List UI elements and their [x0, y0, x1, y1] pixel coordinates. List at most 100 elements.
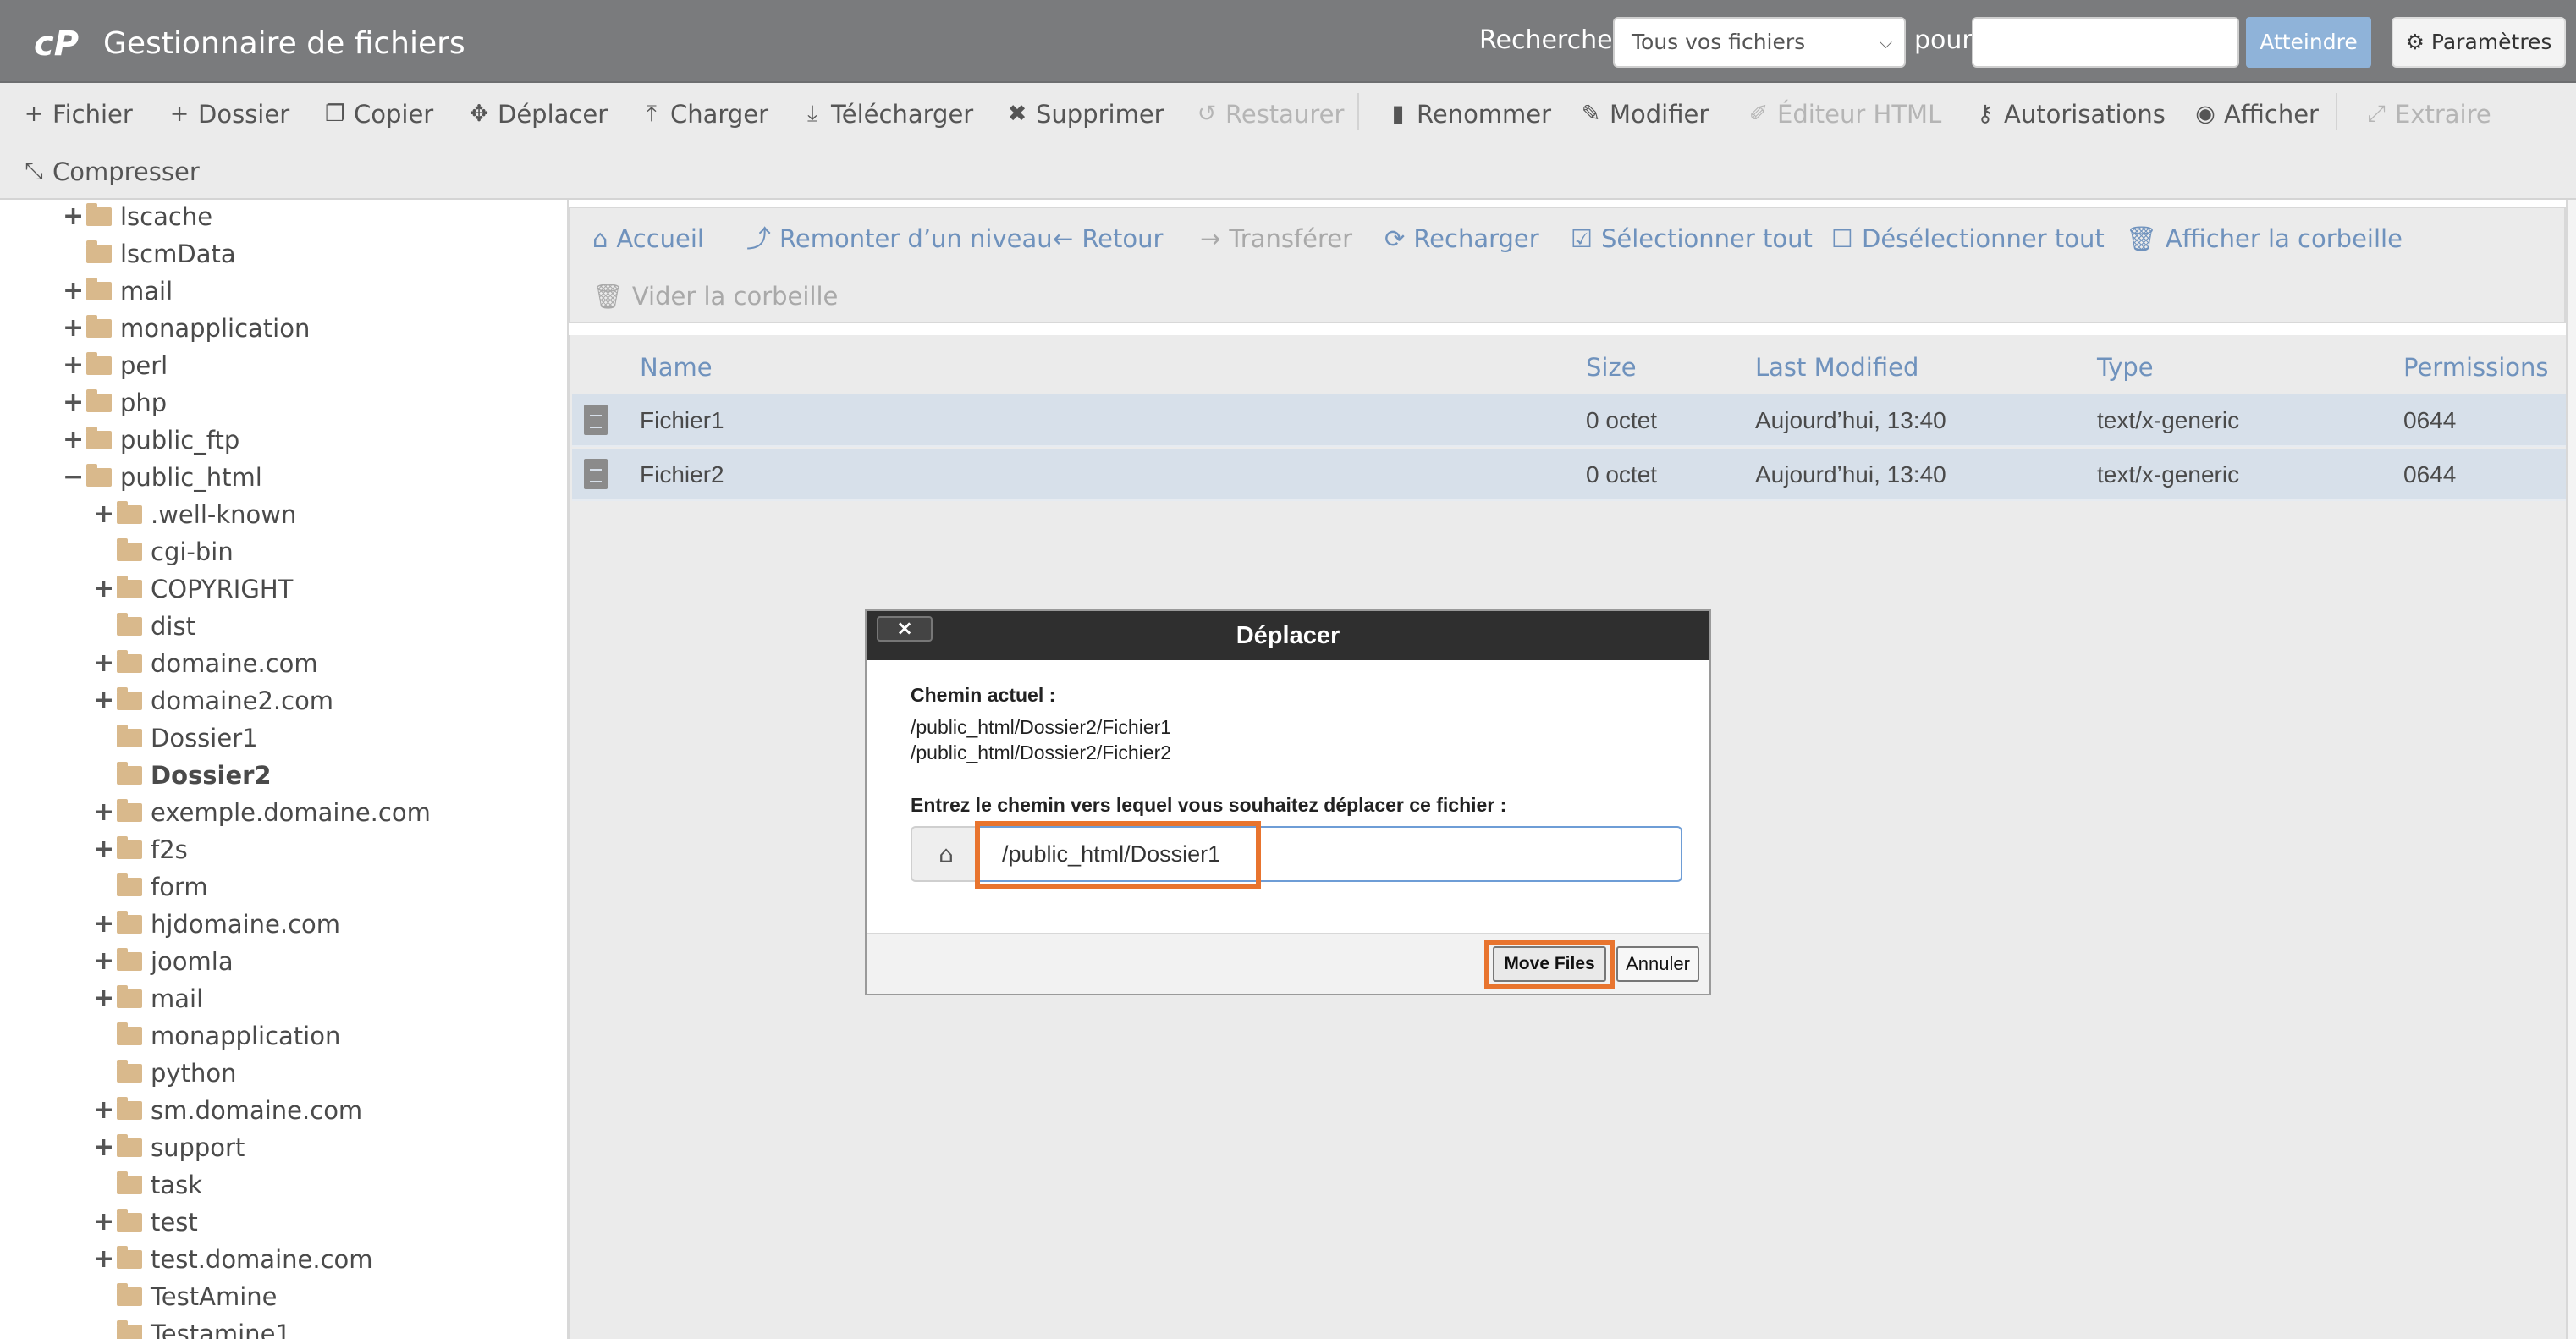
- toolbar-compress-button[interactable]: ⤡ Compresser: [24, 155, 200, 189]
- nav-back-button[interactable]: ← Retour: [1053, 222, 1163, 256]
- expand-icon[interactable]: +: [63, 349, 84, 383]
- cancel-button[interactable]: Annuler: [1616, 946, 1699, 982]
- scrollbar[interactable]: [2566, 200, 2576, 1339]
- collapse-icon[interactable]: −: [63, 460, 84, 494]
- expand-icon[interactable]: +: [63, 274, 84, 308]
- cpanel-logo[interactable]: cP: [34, 22, 90, 63]
- nav-home-button[interactable]: ⌂ Accueil: [592, 222, 704, 256]
- tree-item-label: public_ftp: [120, 426, 240, 455]
- expand-icon[interactable]: +: [93, 945, 114, 978]
- tree-item[interactable]: + support: [93, 1131, 245, 1165]
- expand-icon[interactable]: +: [63, 200, 84, 234]
- search-input[interactable]: [1972, 17, 2239, 68]
- toolbar-edit-button[interactable]: ✎ Modifier: [1581, 97, 1709, 131]
- column-header-name[interactable]: Name: [640, 350, 713, 384]
- tree-item[interactable]: Testamine1: [93, 1317, 291, 1339]
- tree-item[interactable]: + lscache: [63, 200, 212, 234]
- tree-item[interactable]: + test.domaine.com: [93, 1243, 373, 1276]
- tree-item[interactable]: + COPYRIGHT: [93, 572, 293, 606]
- tree-item[interactable]: − public_html: [63, 460, 262, 494]
- toolbar-label: Autorisations: [2004, 100, 2166, 129]
- tree-item[interactable]: + .well-known: [93, 498, 296, 532]
- folder-icon: [86, 389, 112, 412]
- tree-item[interactable]: lscmData: [63, 237, 236, 271]
- expand-icon[interactable]: +: [63, 311, 84, 345]
- toolbar-view-button[interactable]: ◉ Afficher: [2195, 97, 2319, 131]
- nav-forward-button[interactable]: → Transférer: [1200, 222, 1352, 256]
- nav-show-trash-button[interactable]: 🗑 Afficher la corbeille: [2126, 222, 2403, 256]
- table-row[interactable]: Fichier1 0 octet Aujourd’hui, 13:40 text…: [572, 394, 2568, 447]
- tree-item[interactable]: + public_ftp: [63, 423, 239, 457]
- toolbar-new-folder-button[interactable]: + Dossier: [169, 97, 289, 131]
- toolbar-download-button[interactable]: ⤓ Télécharger: [802, 97, 973, 131]
- column-header-size[interactable]: Size: [1586, 350, 1637, 384]
- go-button[interactable]: Atteindre: [2246, 17, 2371, 68]
- tree-item[interactable]: + exemple.domaine.com: [93, 796, 431, 829]
- nav-empty-trash-button[interactable]: 🗑 Vider la corbeille: [592, 279, 838, 313]
- tree-item[interactable]: + monapplication: [63, 311, 310, 345]
- tree-item[interactable]: + php: [63, 386, 167, 420]
- toolbar-label: Déplacer: [498, 100, 608, 129]
- expand-icon[interactable]: +: [93, 982, 114, 1016]
- tree-item[interactable]: task: [93, 1168, 202, 1202]
- nav-reload-button[interactable]: ⟳ Recharger: [1384, 222, 1539, 256]
- toolbar-label: Fichier: [52, 100, 133, 129]
- tree-item[interactable]: + hjdomaine.com: [93, 907, 340, 941]
- pour-label: pour: [1914, 25, 1973, 55]
- tree-item[interactable]: + joomla: [93, 945, 234, 978]
- nav-up-level-button[interactable]: ⤴ Remonter d’un niveau: [746, 222, 1053, 256]
- tree-item-label: exemple.domaine.com: [151, 798, 431, 827]
- table-row[interactable]: Fichier2 0 octet Aujourd’hui, 13:40 text…: [572, 449, 2568, 501]
- tree-item[interactable]: form: [93, 870, 208, 904]
- expand-icon[interactable]: +: [93, 796, 114, 829]
- expand-icon[interactable]: +: [93, 684, 114, 718]
- column-header-modified[interactable]: Last Modified: [1755, 350, 1918, 384]
- close-icon[interactable]: ×: [877, 616, 933, 642]
- expand-icon[interactable]: +: [93, 1131, 114, 1165]
- toolbar-new-file-button[interactable]: + Fichier: [24, 97, 133, 131]
- toolbar-extract-button[interactable]: ⤢ Extraire: [2366, 97, 2491, 131]
- search-scope-select[interactable]: Tous vos fichiers ⌵: [1613, 17, 1906, 68]
- compress-icon: ⤡: [25, 158, 43, 185]
- tree-item[interactable]: + perl: [63, 349, 168, 383]
- expand-icon[interactable]: +: [93, 1205, 114, 1239]
- column-header-type[interactable]: Type: [2097, 350, 2154, 384]
- expand-icon[interactable]: +: [93, 1094, 114, 1127]
- settings-button[interactable]: ⚙ Paramètres: [2392, 17, 2566, 68]
- toolbar-move-button[interactable]: ✥ Déplacer: [469, 97, 608, 131]
- nav-deselect-all-button[interactable]: ☐ Désélectionner tout: [1831, 222, 2105, 256]
- tree-item[interactable]: + mail: [93, 982, 203, 1016]
- toolbar-delete-button[interactable]: ✖ Supprimer: [1007, 97, 1164, 131]
- expand-icon[interactable]: +: [93, 907, 114, 941]
- tree-item[interactable]: + f2s: [93, 833, 188, 867]
- toolbar-upload-button[interactable]: ⤒ Charger: [641, 97, 768, 131]
- tree-item[interactable]: + sm.domaine.com: [93, 1094, 362, 1127]
- tree-item[interactable]: monapplication: [93, 1019, 340, 1053]
- tree-item[interactable]: + test: [93, 1205, 198, 1239]
- expand-icon[interactable]: +: [93, 572, 114, 606]
- tree-item[interactable]: cgi-bin: [93, 535, 234, 569]
- expand-icon[interactable]: +: [93, 647, 114, 681]
- file-icon: ▮: [1391, 101, 1405, 127]
- expand-icon[interactable]: +: [63, 423, 84, 457]
- tree-item[interactable]: Dossier1: [93, 721, 258, 755]
- toolbar-permissions-button[interactable]: ⚷ Autorisations: [1975, 97, 2166, 131]
- refresh-icon: ⟳: [1384, 224, 1406, 253]
- toolbar-copy-button[interactable]: ❐ Copier: [325, 97, 433, 131]
- tree-item[interactable]: dist: [93, 609, 195, 643]
- tree-item[interactable]: python: [93, 1056, 236, 1090]
- tree-item[interactable]: + mail: [63, 274, 173, 308]
- tree-item[interactable]: + domaine2.com: [93, 684, 333, 718]
- tree-item[interactable]: TestAmine: [93, 1280, 277, 1314]
- toolbar-html-editor-button[interactable]: ✐ Éditeur HTML: [1748, 97, 1942, 131]
- toolbar-restore-button[interactable]: ↺ Restaurer: [1197, 97, 1345, 131]
- tree-item-current[interactable]: Dossier2: [93, 758, 272, 792]
- expand-icon[interactable]: +: [93, 833, 114, 867]
- toolbar-rename-button[interactable]: ▮ Renommer: [1388, 97, 1552, 131]
- column-header-permissions[interactable]: Permissions: [2403, 350, 2549, 384]
- tree-item[interactable]: + domaine.com: [93, 647, 318, 681]
- expand-icon[interactable]: +: [93, 498, 114, 532]
- expand-icon[interactable]: +: [93, 1243, 114, 1276]
- nav-select-all-button[interactable]: ☑ Sélectionner tout: [1571, 222, 1813, 256]
- expand-icon[interactable]: +: [63, 386, 84, 420]
